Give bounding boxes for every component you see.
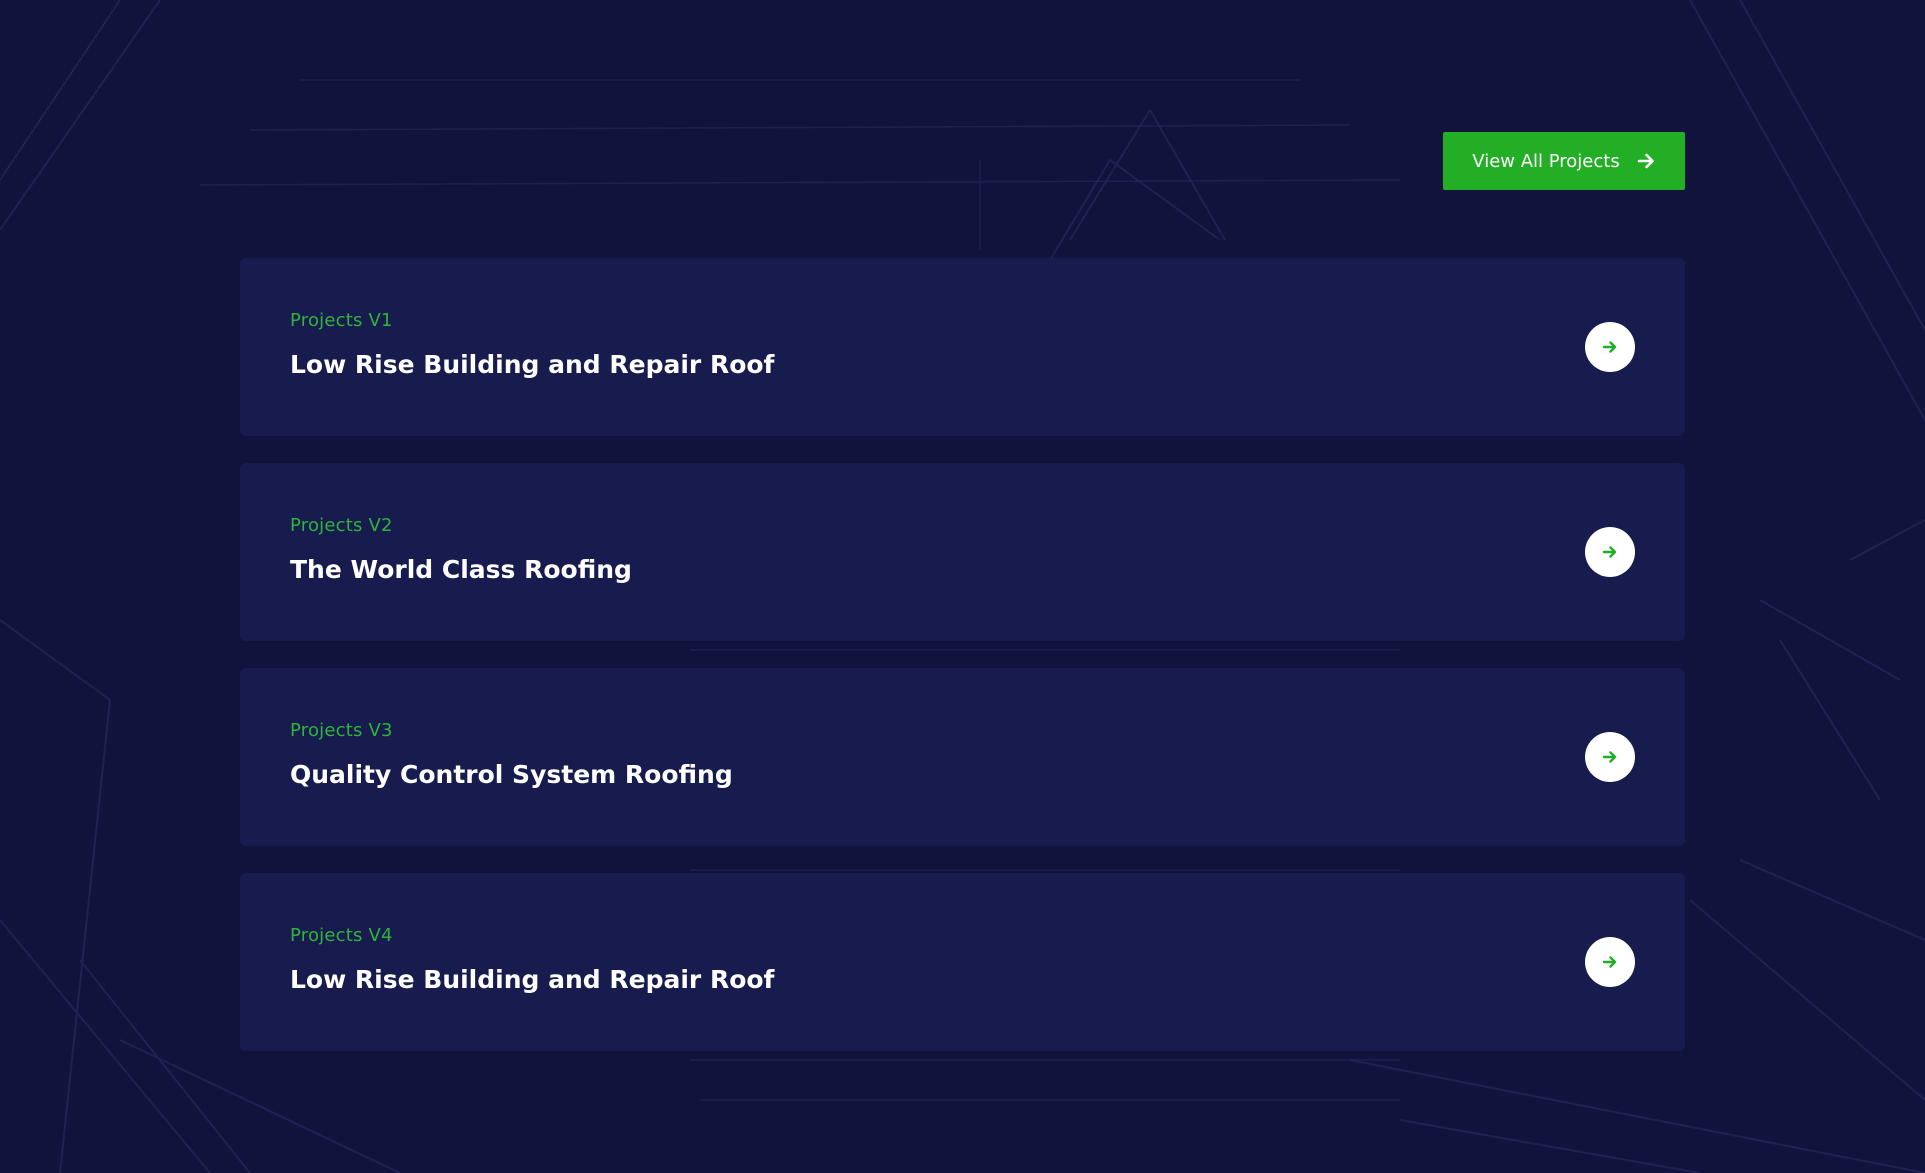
project-tag: Projects V3 <box>290 720 393 741</box>
project-card[interactable]: Projects V2 The World Class Roofing <box>240 463 1685 641</box>
arrow-right-icon <box>1602 956 1617 968</box>
project-title[interactable]: Low Rise Building and Repair Roof <box>290 350 774 379</box>
project-arrow-button[interactable] <box>1585 732 1635 782</box>
project-tag: Projects V4 <box>290 925 393 946</box>
project-tag: Projects V2 <box>290 515 393 536</box>
arrow-right-icon <box>1636 151 1656 171</box>
project-card[interactable]: Projects V3 Quality Control System Roofi… <box>240 668 1685 846</box>
project-card[interactable]: Projects V4 Low Rise Building and Repair… <box>240 873 1685 1051</box>
project-arrow-button[interactable] <box>1585 527 1635 577</box>
project-arrow-button[interactable] <box>1585 322 1635 372</box>
project-arrow-button[interactable] <box>1585 937 1635 987</box>
project-title[interactable]: Quality Control System Roofing <box>290 760 733 789</box>
project-title[interactable]: Low Rise Building and Repair Roof <box>290 965 774 994</box>
arrow-right-icon <box>1602 751 1617 763</box>
arrow-right-icon <box>1602 546 1617 558</box>
project-title[interactable]: The World Class Roofing <box>290 555 632 584</box>
view-all-projects-label: View All Projects <box>1472 150 1620 172</box>
view-all-projects-button[interactable]: View All Projects <box>1443 132 1685 190</box>
project-tag: Projects V1 <box>290 310 393 331</box>
project-card[interactable]: Projects V1 Low Rise Building and Repair… <box>240 258 1685 436</box>
arrow-right-icon <box>1602 341 1617 353</box>
project-list: Projects V1 Low Rise Building and Repair… <box>240 258 1685 1078</box>
